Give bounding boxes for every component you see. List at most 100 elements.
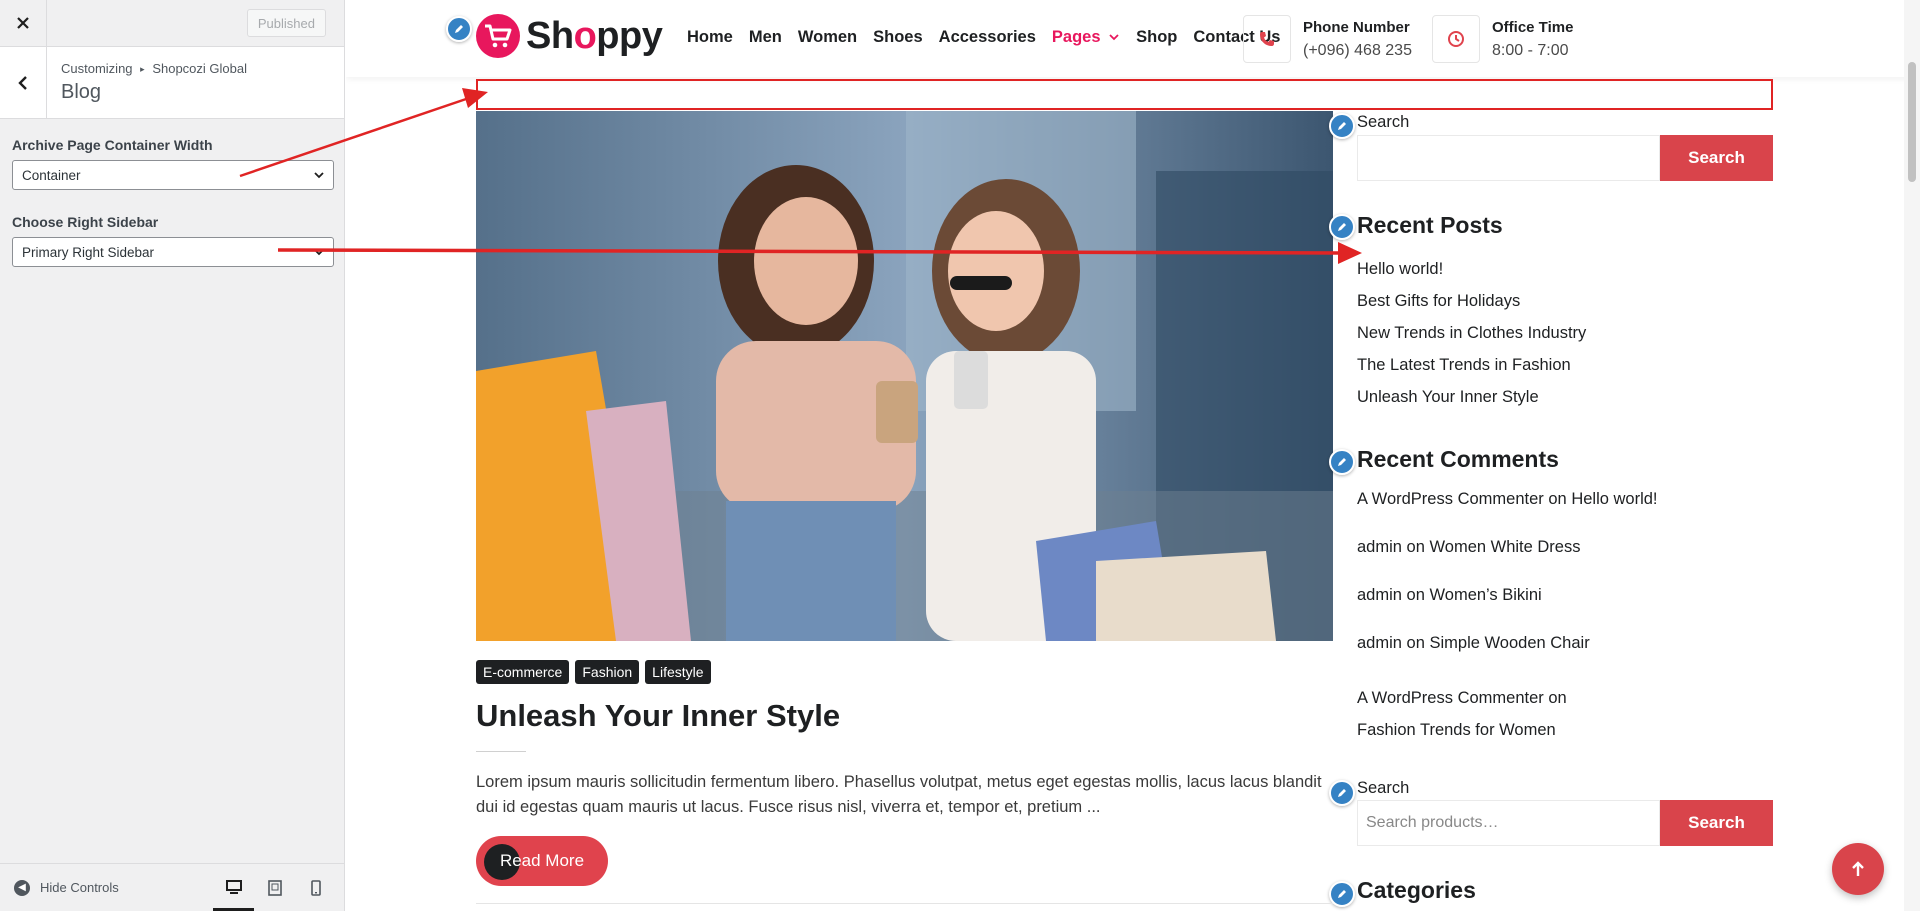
clock-icon [1432, 15, 1480, 63]
comment-on: on [1548, 490, 1567, 508]
tag-lifestyle[interactable]: Lifestyle [645, 660, 711, 684]
scrollbar-thumb[interactable] [1908, 62, 1916, 182]
office-time-label: Office Time [1492, 18, 1574, 36]
post-title[interactable]: Unleash Your Inner Style [476, 698, 840, 734]
preview-tablet-button[interactable] [254, 864, 295, 911]
logo-text: Shoppy [526, 14, 663, 57]
highlight-box [476, 79, 1773, 110]
comment-post-link[interactable]: Women White Dress [1430, 538, 1581, 556]
comment-post-link[interactable]: Hello world! [1571, 490, 1657, 508]
hide-controls-label: Hide Controls [40, 880, 119, 895]
list-item: A WordPress Commenter on Fashion Trends … [1357, 682, 1577, 746]
recent-post-link[interactable]: Unleash Your Inner Style [1357, 388, 1539, 406]
recent-posts-title: Recent Posts [1357, 212, 1503, 238]
nav-men[interactable]: Men [749, 28, 782, 47]
read-more-label: Read More [499, 851, 585, 870]
comment-author: admin [1357, 538, 1402, 556]
edit-widget-button[interactable] [1329, 780, 1355, 806]
office-time-value: 8:00 - 7:00 [1492, 41, 1569, 59]
customizer-panel: Published Customizing ▸ Shopcozi Global … [0, 0, 345, 911]
publish-button[interactable]: Published [246, 9, 326, 37]
nav-shoes[interactable]: Shoes [873, 28, 923, 47]
container-width-value: Container [22, 167, 81, 183]
container-width-select[interactable]: Container [12, 160, 334, 190]
search-input[interactable] [1357, 135, 1660, 181]
edit-shortcut-button[interactable] [446, 16, 472, 42]
phone-info: Phone Number (+096) 468 235 [1243, 15, 1412, 63]
recent-post-link[interactable]: The Latest Trends in Fashion [1357, 356, 1571, 374]
recent-post-link[interactable]: Hello world! [1357, 260, 1443, 278]
chevron-down-icon [314, 172, 324, 179]
tag-fashion[interactable]: Fashion [575, 660, 640, 684]
section-header: Customizing ▸ Shopcozi Global Blog [0, 47, 344, 119]
title-divider [476, 751, 526, 752]
list-item: admin on Women White Dress [1357, 538, 1658, 586]
scroll-to-top-button[interactable] [1832, 843, 1884, 895]
nav-pages[interactable]: Pages [1052, 28, 1120, 47]
recent-post-link[interactable]: New Trends in Clothes Industry [1357, 324, 1586, 342]
breadcrumb-separator: ▸ [140, 64, 145, 74]
pencil-icon [1338, 789, 1346, 797]
customizer-header: Published [0, 0, 344, 47]
edit-widget-button[interactable] [1329, 214, 1355, 240]
list-item: New Trends in Clothes Industry [1357, 324, 1586, 356]
nav-accessories[interactable]: Accessories [939, 28, 1036, 47]
preview-desktop-button[interactable] [213, 864, 254, 911]
comment-author: admin [1357, 586, 1402, 604]
nav-shop[interactable]: Shop [1136, 28, 1177, 47]
search-widget-label: Search [1357, 113, 1410, 131]
list-item: admin on Simple Wooden Chair [1357, 634, 1658, 682]
breadcrumb: Customizing ▸ Shopcozi Global [61, 61, 247, 76]
search-widget: Search [1357, 135, 1773, 181]
tag-ecommerce[interactable]: E-commerce [476, 660, 570, 684]
site-logo[interactable]: Shoppy [476, 14, 663, 58]
edit-widget-button[interactable] [1329, 449, 1355, 475]
list-item: admin on Women’s Bikini [1357, 586, 1658, 634]
list-item: Hello world! [1357, 260, 1586, 292]
site-preview: Shoppy Home Men Women Shoes Accessories … [346, 0, 1920, 911]
close-customizer-button[interactable] [0, 0, 47, 47]
pencil-icon [1338, 122, 1346, 130]
list-item: Best Gifts for Holidays [1357, 292, 1586, 324]
hide-controls-button[interactable]: ◀ Hide Controls [0, 879, 119, 896]
list-item: Unleash Your Inner Style [1357, 388, 1586, 420]
recent-posts-list: Hello world! Best Gifts for Holidays New… [1357, 260, 1586, 420]
read-more-button[interactable]: Read More [476, 836, 608, 886]
comment-post-link[interactable]: Women’s Bikini [1430, 586, 1542, 604]
right-sidebar-select[interactable]: Primary Right Sidebar [12, 237, 334, 267]
comment-on: on [1406, 586, 1425, 604]
comment-on: on [1548, 689, 1567, 707]
comment-post-link[interactable]: Fashion Trends for Women [1357, 721, 1556, 739]
chevron-down-icon [1109, 34, 1119, 41]
pencil-icon [1338, 223, 1346, 231]
chevron-down-icon [314, 249, 324, 256]
search-button[interactable]: Search [1660, 135, 1773, 181]
preview-mobile-button[interactable] [295, 864, 336, 911]
comment-on: on [1406, 538, 1425, 556]
desktop-icon [225, 880, 242, 894]
back-button[interactable] [0, 47, 47, 118]
product-search-input[interactable]: Search products… [1357, 800, 1660, 846]
list-item: The Latest Trends in Fashion [1357, 356, 1586, 388]
close-icon [17, 17, 29, 29]
nav-women[interactable]: Women [798, 28, 857, 47]
edit-widget-button[interactable] [1329, 113, 1355, 139]
right-sidebar-label: Choose Right Sidebar [12, 214, 159, 230]
comment-post-link[interactable]: Simple Wooden Chair [1430, 634, 1590, 652]
post-featured-image[interactable] [476, 111, 1333, 641]
nav-home[interactable]: Home [687, 28, 733, 47]
pencil-icon [1338, 458, 1346, 466]
main-navigation: Home Men Women Shoes Accessories Pages S… [687, 28, 1280, 47]
product-search-button[interactable]: Search [1660, 800, 1773, 846]
breadcrumb-section: Shopcozi Global [152, 61, 247, 76]
categories-title: Categories [1357, 877, 1476, 903]
post-divider [476, 903, 1333, 904]
comment-on: on [1406, 634, 1425, 652]
phone-icon [1243, 15, 1291, 63]
site-header: Shoppy Home Men Women Shoes Accessories … [346, 0, 1920, 77]
preview-scrollbar[interactable] [1904, 0, 1920, 911]
product-search-widget: Search products… Search [1357, 800, 1773, 846]
comment-author[interactable]: A WordPress Commenter [1357, 490, 1544, 508]
comment-author[interactable]: A WordPress Commenter [1357, 689, 1544, 707]
recent-post-link[interactable]: Best Gifts for Holidays [1357, 292, 1520, 310]
